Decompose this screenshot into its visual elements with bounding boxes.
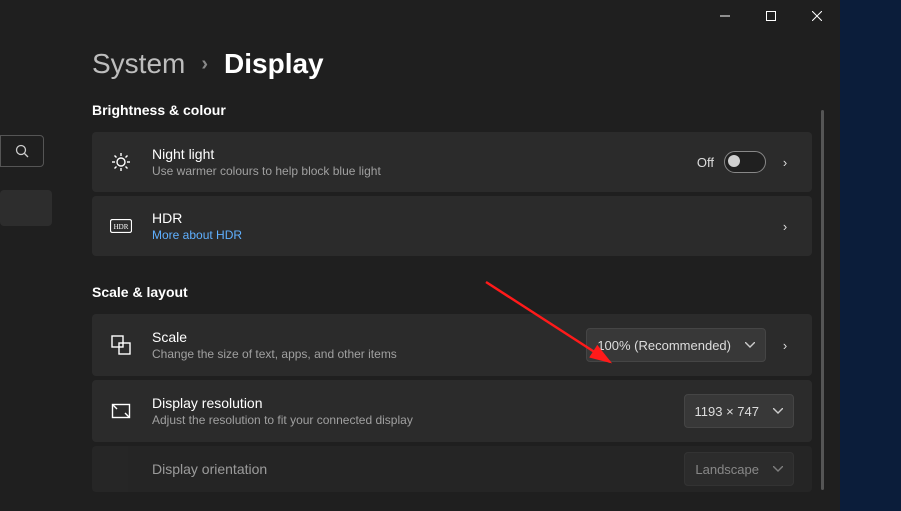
- svg-text:HDR: HDR: [114, 223, 129, 231]
- scale-title: Scale: [152, 329, 586, 345]
- resolution-icon: [110, 400, 132, 422]
- hdr-more-link[interactable]: More about HDR: [152, 228, 766, 242]
- minimize-button[interactable]: [702, 0, 748, 32]
- page-title: Display: [224, 48, 324, 80]
- close-icon: [812, 11, 822, 21]
- maximize-icon: [766, 11, 776, 21]
- scale-icon: [110, 334, 132, 356]
- orientation-icon: [110, 458, 132, 480]
- chevron-right-icon: ›: [776, 155, 794, 170]
- settings-window: System › Display Brightness & colour Nig…: [0, 0, 840, 511]
- scale-row[interactable]: Scale Change the size of text, apps, and…: [92, 314, 812, 376]
- scrollbar[interactable]: [821, 110, 824, 490]
- chevron-down-icon: [773, 466, 783, 472]
- breadcrumb: System › Display: [92, 48, 812, 80]
- scale-dropdown[interactable]: 100% (Recommended): [586, 328, 766, 362]
- sidebar: [0, 0, 52, 511]
- hdr-row[interactable]: HDR HDR More about HDR ›: [92, 196, 812, 256]
- content-area: System › Display Brightness & colour Nig…: [92, 48, 812, 496]
- section-brightness-header: Brightness & colour: [92, 102, 812, 118]
- sidebar-item-system[interactable]: [0, 190, 52, 226]
- night-light-title: Night light: [152, 146, 697, 162]
- night-light-toggle[interactable]: [724, 151, 766, 173]
- chevron-down-icon: [773, 408, 783, 414]
- resolution-subtitle: Adjust the resolution to fit your connec…: [152, 413, 684, 427]
- night-light-state: Off: [697, 155, 714, 170]
- orientation-row[interactable]: Display orientation Landscape: [92, 446, 812, 492]
- orientation-dropdown[interactable]: Landscape: [684, 452, 794, 486]
- hdr-title: HDR: [152, 210, 766, 226]
- section-scale-header: Scale & layout: [92, 284, 812, 300]
- resolution-value: 1193 × 747: [695, 404, 759, 419]
- night-light-row[interactable]: Night light Use warmer colours to help b…: [92, 132, 812, 192]
- chevron-right-icon: ›: [776, 338, 794, 353]
- chevron-right-icon: ›: [201, 53, 208, 76]
- maximize-button[interactable]: [748, 0, 794, 32]
- resolution-dropdown[interactable]: 1193 × 747: [684, 394, 794, 428]
- orientation-title: Display orientation: [152, 461, 684, 477]
- scale-subtitle: Change the size of text, apps, and other…: [152, 347, 586, 361]
- resolution-row[interactable]: Display resolution Adjust the resolution…: [92, 380, 812, 442]
- orientation-value: Landscape: [695, 462, 759, 477]
- window-controls: [702, 0, 840, 32]
- night-light-subtitle: Use warmer colours to help block blue li…: [152, 164, 697, 178]
- resolution-title: Display resolution: [152, 395, 684, 411]
- minimize-icon: [720, 11, 730, 21]
- chevron-right-icon: ›: [776, 219, 794, 234]
- scale-value: 100% (Recommended): [597, 338, 731, 353]
- close-button[interactable]: [794, 0, 840, 32]
- breadcrumb-prev[interactable]: System: [92, 48, 185, 80]
- chevron-down-icon: [745, 342, 755, 348]
- search-input[interactable]: [0, 135, 44, 167]
- search-icon: [15, 144, 29, 158]
- hdr-icon: HDR: [110, 215, 132, 237]
- night-light-icon: [110, 151, 132, 173]
